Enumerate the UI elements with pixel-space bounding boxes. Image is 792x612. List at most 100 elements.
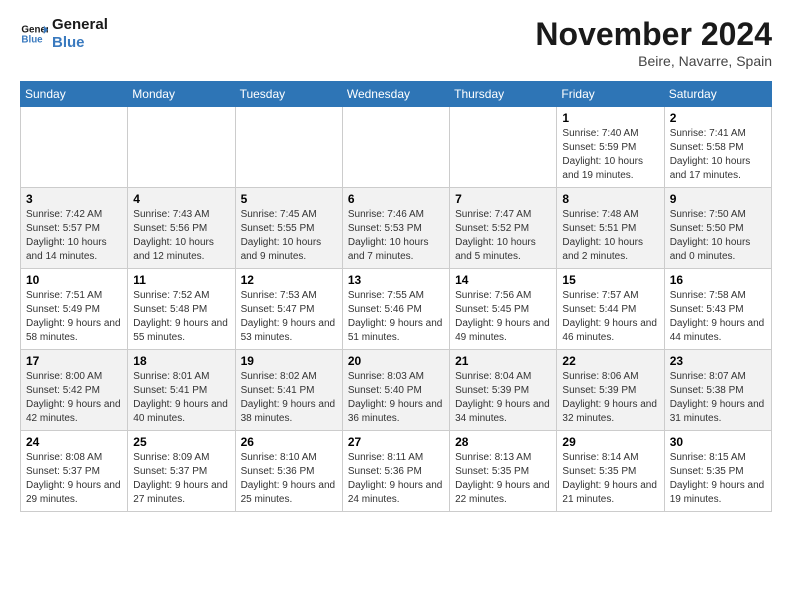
calendar-cell: 8 Sunrise: 7:48 AMSunset: 5:51 PMDaylight… bbox=[557, 188, 664, 269]
calendar-body: 1 Sunrise: 7:40 AMSunset: 5:59 PMDaylight… bbox=[21, 107, 772, 512]
day-info: Sunrise: 8:07 AMSunset: 5:38 PMDaylight:… bbox=[670, 370, 766, 426]
calendar-cell: 30 Sunrise: 8:15 AMSunset: 5:35 PMDayligh… bbox=[664, 431, 771, 512]
day-info: Sunrise: 7:56 AMSunset: 5:45 PMDaylight:… bbox=[455, 289, 551, 345]
weekday-header-friday: Friday bbox=[557, 82, 664, 107]
weekday-header-wednesday: Wednesday bbox=[342, 82, 449, 107]
day-number: 28 bbox=[455, 435, 551, 449]
weekday-header-row: SundayMondayTuesdayWednesdayThursdayFrid… bbox=[21, 82, 772, 107]
calendar-cell: 9 Sunrise: 7:50 AMSunset: 5:50 PMDaylight… bbox=[664, 188, 771, 269]
calendar-cell: 18Sunrise: 8:01 AMSunset: 5:41 PMDayligh… bbox=[128, 350, 235, 431]
day-number: 12 bbox=[241, 273, 337, 287]
weekday-header-saturday: Saturday bbox=[664, 82, 771, 107]
day-info: Sunrise: 7:42 AMSunset: 5:57 PMDaylight:… bbox=[26, 208, 122, 264]
calendar-cell: 1 Sunrise: 7:40 AMSunset: 5:59 PMDaylight… bbox=[557, 107, 664, 188]
location: Beire, Navarre, Spain bbox=[535, 53, 772, 69]
weekday-header-thursday: Thursday bbox=[450, 82, 557, 107]
day-number: 16 bbox=[670, 273, 766, 287]
calendar-cell: 27Sunrise: 8:11 AMSunset: 5:36 PMDayligh… bbox=[342, 431, 449, 512]
calendar-cell: 13 Sunrise: 7:55 AMSunset: 5:46 PMDayligh… bbox=[342, 269, 449, 350]
calendar-cell: 11 Sunrise: 7:52 AMSunset: 5:48 PMDayligh… bbox=[128, 269, 235, 350]
day-number: 5 bbox=[241, 192, 337, 206]
day-info: Sunrise: 8:03 AMSunset: 5:40 PMDaylight:… bbox=[348, 370, 444, 426]
day-info: Sunrise: 7:58 AMSunset: 5:43 PMDaylight:… bbox=[670, 289, 766, 345]
calendar-cell: 17Sunrise: 8:00 AMSunset: 5:42 PMDayligh… bbox=[21, 350, 128, 431]
day-number: 8 bbox=[562, 192, 658, 206]
day-number: 30 bbox=[670, 435, 766, 449]
day-number: 22 bbox=[562, 354, 658, 368]
svg-text:Blue: Blue bbox=[21, 34, 43, 45]
day-info: Sunrise: 8:08 AMSunset: 5:37 PMDaylight:… bbox=[26, 451, 122, 507]
day-info: Sunrise: 7:45 AMSunset: 5:55 PMDaylight:… bbox=[241, 208, 337, 264]
day-number: 4 bbox=[133, 192, 229, 206]
day-info: Sunrise: 7:41 AMSunset: 5:58 PMDaylight:… bbox=[670, 127, 766, 183]
day-info: Sunrise: 7:52 AMSunset: 5:48 PMDaylight:… bbox=[133, 289, 229, 345]
day-number: 1 bbox=[562, 111, 658, 125]
calendar-cell: 10Sunrise: 7:51 AMSunset: 5:49 PMDayligh… bbox=[21, 269, 128, 350]
day-number: 2 bbox=[670, 111, 766, 125]
day-info: Sunrise: 8:14 AMSunset: 5:35 PMDaylight:… bbox=[562, 451, 658, 507]
calendar-cell: 12 Sunrise: 7:53 AMSunset: 5:47 PMDayligh… bbox=[235, 269, 342, 350]
day-number: 18 bbox=[133, 354, 229, 368]
calendar-cell: 5 Sunrise: 7:45 AMSunset: 5:55 PMDaylight… bbox=[235, 188, 342, 269]
calendar-cell bbox=[450, 107, 557, 188]
day-info: Sunrise: 8:13 AMSunset: 5:35 PMDaylight:… bbox=[455, 451, 551, 507]
day-info: Sunrise: 7:55 AMSunset: 5:46 PMDaylight:… bbox=[348, 289, 444, 345]
day-number: 26 bbox=[241, 435, 337, 449]
calendar-cell: 24Sunrise: 8:08 AMSunset: 5:37 PMDayligh… bbox=[21, 431, 128, 512]
calendar-cell: 2 Sunrise: 7:41 AMSunset: 5:58 PMDaylight… bbox=[664, 107, 771, 188]
day-number: 11 bbox=[133, 273, 229, 287]
calendar-cell bbox=[235, 107, 342, 188]
day-number: 23 bbox=[670, 354, 766, 368]
day-number: 13 bbox=[348, 273, 444, 287]
week-row-2: 3 Sunrise: 7:42 AMSunset: 5:57 PMDaylight… bbox=[21, 188, 772, 269]
calendar-cell: 7Sunrise: 7:47 AMSunset: 5:52 PMDaylight… bbox=[450, 188, 557, 269]
day-info: Sunrise: 7:53 AMSunset: 5:47 PMDaylight:… bbox=[241, 289, 337, 345]
day-number: 9 bbox=[670, 192, 766, 206]
day-info: Sunrise: 8:04 AMSunset: 5:39 PMDaylight:… bbox=[455, 370, 551, 426]
day-number: 7 bbox=[455, 192, 551, 206]
day-info: Sunrise: 8:10 AMSunset: 5:36 PMDaylight:… bbox=[241, 451, 337, 507]
day-info: Sunrise: 8:02 AMSunset: 5:41 PMDaylight:… bbox=[241, 370, 337, 426]
calendar-cell: 3 Sunrise: 7:42 AMSunset: 5:57 PMDaylight… bbox=[21, 188, 128, 269]
calendar-table: SundayMondayTuesdayWednesdayThursdayFrid… bbox=[20, 81, 772, 512]
logo: General Blue General Blue bbox=[20, 16, 108, 52]
weekday-header-monday: Monday bbox=[128, 82, 235, 107]
calendar-cell bbox=[342, 107, 449, 188]
day-info: Sunrise: 7:51 AMSunset: 5:49 PMDaylight:… bbox=[26, 289, 122, 345]
calendar-cell: 19 Sunrise: 8:02 AMSunset: 5:41 PMDayligh… bbox=[235, 350, 342, 431]
day-number: 29 bbox=[562, 435, 658, 449]
day-info: Sunrise: 7:50 AMSunset: 5:50 PMDaylight:… bbox=[670, 208, 766, 264]
day-number: 6 bbox=[348, 192, 444, 206]
calendar-cell bbox=[128, 107, 235, 188]
weekday-header-sunday: Sunday bbox=[21, 82, 128, 107]
calendar-cell: 15Sunrise: 7:57 AMSunset: 5:44 PMDayligh… bbox=[557, 269, 664, 350]
day-info: Sunrise: 7:46 AMSunset: 5:53 PMDaylight:… bbox=[348, 208, 444, 264]
week-row-3: 10Sunrise: 7:51 AMSunset: 5:49 PMDayligh… bbox=[21, 269, 772, 350]
day-number: 25 bbox=[133, 435, 229, 449]
logo-icon: General Blue bbox=[20, 20, 48, 48]
weekday-header-tuesday: Tuesday bbox=[235, 82, 342, 107]
calendar-cell: 6 Sunrise: 7:46 AMSunset: 5:53 PMDaylight… bbox=[342, 188, 449, 269]
day-number: 19 bbox=[241, 354, 337, 368]
day-number: 15 bbox=[562, 273, 658, 287]
day-number: 17 bbox=[26, 354, 122, 368]
day-info: Sunrise: 8:11 AMSunset: 5:36 PMDaylight:… bbox=[348, 451, 444, 507]
calendar-cell: 16 Sunrise: 7:58 AMSunset: 5:43 PMDayligh… bbox=[664, 269, 771, 350]
calendar-cell: 4Sunrise: 7:43 AMSunset: 5:56 PMDaylight… bbox=[128, 188, 235, 269]
day-info: Sunrise: 7:40 AMSunset: 5:59 PMDaylight:… bbox=[562, 127, 658, 183]
day-number: 14 bbox=[455, 273, 551, 287]
day-info: Sunrise: 7:48 AMSunset: 5:51 PMDaylight:… bbox=[562, 208, 658, 264]
logo-general: General bbox=[52, 16, 108, 34]
calendar-cell: 22Sunrise: 8:06 AMSunset: 5:39 PMDayligh… bbox=[557, 350, 664, 431]
month-title: November 2024 bbox=[535, 16, 772, 53]
week-row-4: 17Sunrise: 8:00 AMSunset: 5:42 PMDayligh… bbox=[21, 350, 772, 431]
day-info: Sunrise: 8:15 AMSunset: 5:35 PMDaylight:… bbox=[670, 451, 766, 507]
calendar-cell bbox=[21, 107, 128, 188]
calendar-cell: 26 Sunrise: 8:10 AMSunset: 5:36 PMDayligh… bbox=[235, 431, 342, 512]
calendar-cell: 23 Sunrise: 8:07 AMSunset: 5:38 PMDayligh… bbox=[664, 350, 771, 431]
day-info: Sunrise: 8:09 AMSunset: 5:37 PMDaylight:… bbox=[133, 451, 229, 507]
calendar-cell: 14 Sunrise: 7:56 AMSunset: 5:45 PMDayligh… bbox=[450, 269, 557, 350]
week-row-5: 24Sunrise: 8:08 AMSunset: 5:37 PMDayligh… bbox=[21, 431, 772, 512]
day-number: 3 bbox=[26, 192, 122, 206]
day-number: 21 bbox=[455, 354, 551, 368]
